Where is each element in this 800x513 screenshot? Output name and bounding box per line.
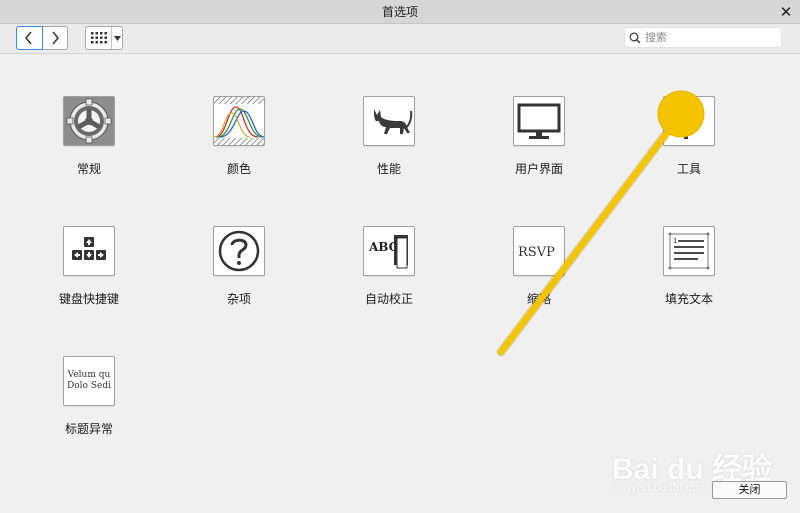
- nav-button-group: [16, 26, 68, 50]
- question-icon: [213, 226, 265, 276]
- tool-icon: [663, 96, 715, 146]
- pref-autocorrect[interactable]: ABC 自动校正: [334, 226, 444, 307]
- window-title: 首选项: [381, 5, 418, 19]
- back-button[interactable]: [16, 26, 43, 50]
- pref-heading-exceptions[interactable]: Velum qu Dolo Sedi 标题异常: [34, 356, 144, 437]
- cat-icon: [363, 96, 415, 146]
- document-lines-icon: 1: [663, 226, 715, 276]
- toolbar: [0, 24, 800, 54]
- pref-abbreviations[interactable]: RSVP 缩略: [484, 226, 594, 307]
- text-sample-icon: Velum qu Dolo Sedi: [63, 356, 115, 406]
- search-field[interactable]: [624, 27, 782, 48]
- pref-performance[interactable]: 性能: [334, 96, 444, 177]
- forward-button[interactable]: [43, 27, 68, 49]
- pref-label: 工具: [676, 162, 701, 176]
- monitor-icon: [513, 96, 565, 146]
- dropdown-arrow-icon: [113, 35, 121, 41]
- chevron-left-icon: [25, 31, 32, 45]
- svg-text:1: 1: [673, 237, 677, 245]
- watermark-url: jingyan.baidu.com: [612, 480, 709, 494]
- close-icon[interactable]: ✕: [778, 0, 794, 24]
- gear-icon: [63, 96, 115, 146]
- color-curves-icon: [213, 96, 265, 146]
- pref-keyboard-shortcuts[interactable]: 键盘快捷键: [34, 226, 144, 307]
- pref-fill-text[interactable]: 1 填充文本: [634, 226, 744, 307]
- pref-label: 标题异常: [64, 422, 113, 436]
- search-icon: [629, 32, 641, 44]
- pref-misc[interactable]: 杂项: [184, 226, 294, 307]
- svg-text:ABC: ABC: [368, 240, 398, 254]
- pref-label: 常规: [76, 162, 101, 176]
- abc-book-icon: ABC: [363, 226, 415, 276]
- pref-user-interface[interactable]: 用户界面: [484, 96, 594, 177]
- pref-label: 颜色: [226, 162, 251, 176]
- pref-label: 杂项: [226, 292, 251, 306]
- svg-text:RSVP: RSVP: [518, 245, 555, 260]
- rsvp-icon: RSVP: [513, 226, 565, 276]
- pref-label: 用户界面: [514, 162, 563, 176]
- close-button[interactable]: 关闭: [712, 481, 787, 499]
- chevron-right-icon: [52, 31, 59, 45]
- pref-tools[interactable]: 工具: [634, 96, 744, 177]
- pref-label: 自动校正: [364, 292, 413, 306]
- search-input[interactable]: [645, 31, 775, 44]
- grid-icon: [90, 32, 107, 44]
- pref-general[interactable]: 常规: [34, 96, 144, 177]
- show-all-button[interactable]: [85, 26, 123, 50]
- pref-label: 缩略: [526, 292, 551, 306]
- keyboard-arrows-icon: [63, 226, 115, 276]
- pref-label: 填充文本: [664, 292, 713, 306]
- window-titlebar: 首选项 ✕: [0, 0, 800, 24]
- pref-label: 键盘快捷键: [58, 292, 119, 306]
- pref-label: 性能: [376, 162, 401, 176]
- pref-color[interactable]: 颜色: [184, 96, 294, 177]
